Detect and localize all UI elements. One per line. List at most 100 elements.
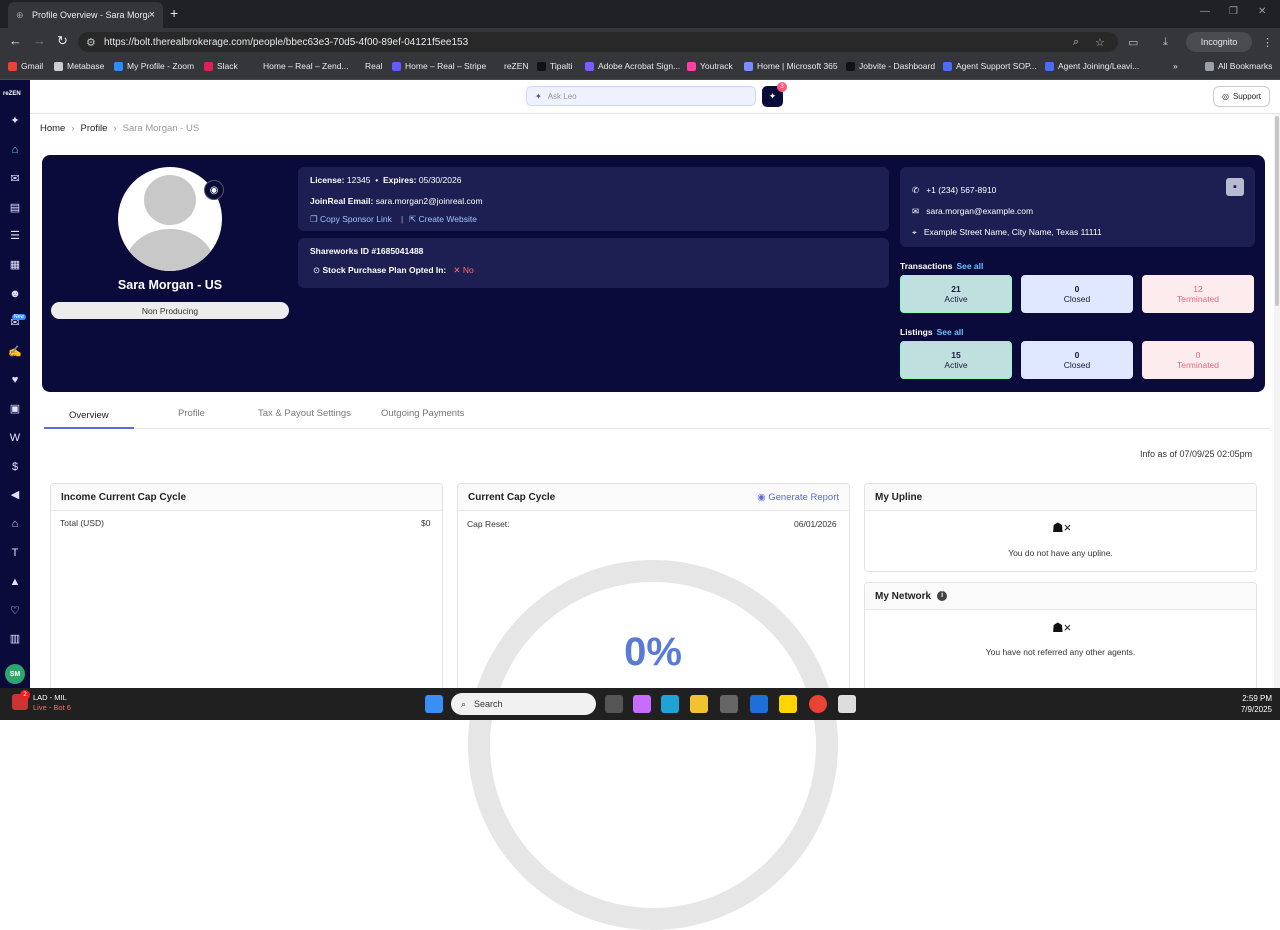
reload-icon[interactable]: ↻ [57, 33, 68, 49]
chevron-right-icon: › [113, 123, 117, 134]
site-info-icon[interactable]: ⚙ [86, 36, 96, 49]
widget-subtitle: Live - Bot 6 [33, 703, 71, 712]
text-icon[interactable]: T [8, 546, 22, 560]
listings-terminated[interactable]: 0 Terminated [1142, 341, 1254, 379]
network-empty-message: You have not referred any other agents. [985, 647, 1136, 657]
new-badge: New [12, 314, 27, 320]
signature-icon[interactable]: ✍ [8, 345, 22, 359]
transactions-active[interactable]: 21 Active [900, 275, 1012, 313]
tab-overview[interactable]: Overview [69, 410, 109, 421]
bookmark-jobvite[interactable]: Jobvite - Dashboard [846, 61, 935, 71]
bookmark-stripe[interactable]: Home – Real – Stripe [392, 61, 486, 71]
megaphone-icon[interactable]: ◀ [8, 488, 22, 502]
contact-card-icon[interactable]: ▪ [1226, 178, 1244, 196]
restore-icon[interactable]: ❐ [1229, 6, 1238, 17]
inbox-icon[interactable]: ✉ [8, 172, 22, 186]
transactions-closed[interactable]: 0 Closed [1021, 275, 1133, 313]
stat-count: 12 [1193, 284, 1203, 294]
sparkle-icon[interactable]: ✦ [8, 114, 22, 128]
handshake-icon[interactable]: ♥ [8, 373, 22, 387]
support-hands-icon[interactable]: ♡ [8, 604, 22, 618]
close-window-icon[interactable]: ✕ [1258, 6, 1266, 17]
ask-leo-input[interactable]: ✦ Ask Leo [526, 86, 756, 106]
listings-active[interactable]: 15 Active [900, 341, 1012, 379]
download-icon[interactable]: ⤓ [1163, 36, 1168, 49]
calculator-icon[interactable]: ▦ [8, 258, 22, 272]
generate-report-button[interactable]: ◉ Generate Report [757, 492, 839, 503]
stat-label: Closed [1063, 360, 1091, 370]
windows-start-icon[interactable] [425, 695, 443, 713]
tab-outgoing-payments[interactable]: Outgoing Payments [381, 408, 464, 419]
system-clock[interactable]: 2:59 PM 7/9/2025 [1222, 693, 1272, 715]
info-timestamp: Info as of 07/09/25 02:05pm [1140, 449, 1253, 459]
chrome-icon[interactable] [809, 695, 827, 713]
menu-kebab-icon[interactable]: ⋮ [1262, 36, 1273, 49]
transactions-see-all[interactable]: See all [956, 261, 983, 271]
list-icon[interactable]: ☰ [8, 229, 22, 243]
forward-icon[interactable]: → [33, 33, 46, 48]
breadcrumb-current: Sara Morgan - US [122, 123, 200, 134]
browser-tab[interactable]: ⊕ Profile Overview - Sara Morgan × [8, 2, 163, 28]
tab-tax-payout[interactable]: Tax & Payout Settings [258, 408, 351, 419]
bookmark-agent-support[interactable]: Agent Support SOP... [943, 61, 1037, 71]
breadcrumb-home[interactable]: Home [40, 123, 65, 134]
cast-icon[interactable]: ▭ [1128, 36, 1138, 49]
edge-icon[interactable] [661, 695, 679, 713]
graduation-icon[interactable]: ▲ [8, 575, 22, 589]
w-app-icon[interactable]: W [8, 431, 22, 445]
support-button[interactable]: ◎ Support [1213, 86, 1270, 107]
bookmarks-overflow-icon[interactable]: » [1173, 61, 1178, 71]
outlook-icon[interactable] [750, 695, 768, 713]
bookmark-slack[interactable]: Slack [204, 61, 238, 71]
bank-icon[interactable]: ⌂ [8, 517, 22, 531]
copilot-icon[interactable] [633, 695, 651, 713]
bookmark-tipalti[interactable]: Tipalti [537, 61, 572, 71]
store-icon[interactable] [720, 695, 738, 713]
people-icon[interactable]: ☻ [8, 287, 22, 301]
all-bookmarks[interactable]: All Bookmarks [1205, 61, 1272, 71]
url-bar[interactable]: https://bolt.therealbrokerage.com/people… [78, 32, 1118, 52]
license-line: License: 12345 • Expires: 05/30/2026 [310, 175, 462, 185]
bookmark-adobe-sign[interactable]: Adobe Acrobat Sign... [585, 61, 680, 71]
bookmark-zoom[interactable]: My Profile - Zoom [114, 61, 194, 71]
tab-profile[interactable]: Profile [178, 408, 205, 419]
home-icon[interactable]: ⌂ [8, 143, 22, 157]
copy-sponsor-link[interactable]: ❐ Copy Sponsor Link [310, 214, 392, 225]
money-icon[interactable]: $ [8, 460, 22, 474]
scrollbar-thumb[interactable] [1275, 116, 1279, 306]
user-avatar[interactable]: SM [5, 664, 25, 684]
task-view-icon[interactable] [605, 695, 623, 713]
bookmark-rezen[interactable]: reZEN [491, 61, 529, 71]
camera-icon[interactable]: ◉ [204, 180, 224, 200]
bookmark-agent-joining[interactable]: Agent Joining/Leavi... [1045, 61, 1139, 71]
sports-widget[interactable]: LAD - MIL Live - Bot 6 [33, 693, 71, 713]
sticky-notes-icon[interactable] [779, 695, 797, 713]
new-tab-icon[interactable]: + [170, 5, 178, 21]
snipping-tool-icon[interactable] [838, 695, 856, 713]
clipboard-icon[interactable]: ▤ [8, 201, 22, 215]
create-website-link[interactable]: ⇱ Create Website [409, 214, 477, 225]
minimize-icon[interactable]: — [1200, 6, 1210, 17]
bookmark-youtrack[interactable]: Youtrack [687, 61, 733, 71]
transactions-terminated[interactable]: 12 Terminated [1142, 275, 1254, 313]
document-icon[interactable]: ▣ [8, 402, 22, 416]
bookmark-zendesk[interactable]: Home – Real – Zend... [250, 61, 349, 71]
bookmark-gmail[interactable]: Gmail [8, 61, 43, 71]
tab-title: Profile Overview - Sara Morgan [32, 10, 149, 20]
bookmark-metabase[interactable]: Metabase [54, 61, 104, 71]
incognito-badge[interactable]: Incognito [1186, 32, 1252, 52]
file-explorer-icon[interactable] [690, 695, 708, 713]
taskbar-search[interactable]: ⌕ Search [451, 693, 596, 715]
bookmark-star-icon[interactable]: ☆ [1095, 36, 1105, 49]
zoom-icon[interactable]: ⌕ [1073, 36, 1079, 49]
bookmark-real[interactable]: Real [352, 61, 382, 71]
back-icon[interactable]: ← [9, 33, 22, 48]
close-tab-icon[interactable]: × [149, 9, 155, 21]
file-icon[interactable]: ▥ [8, 632, 22, 646]
listings-see-all[interactable]: See all [937, 327, 964, 337]
listings-closed[interactable]: 0 Closed [1021, 341, 1133, 379]
breadcrumb-profile[interactable]: Profile [81, 123, 108, 134]
bookmark-microsoft365[interactable]: Home | Microsoft 365 [744, 61, 838, 71]
bookmark-label: Real [365, 61, 383, 71]
info-icon[interactable]: i [937, 591, 948, 601]
